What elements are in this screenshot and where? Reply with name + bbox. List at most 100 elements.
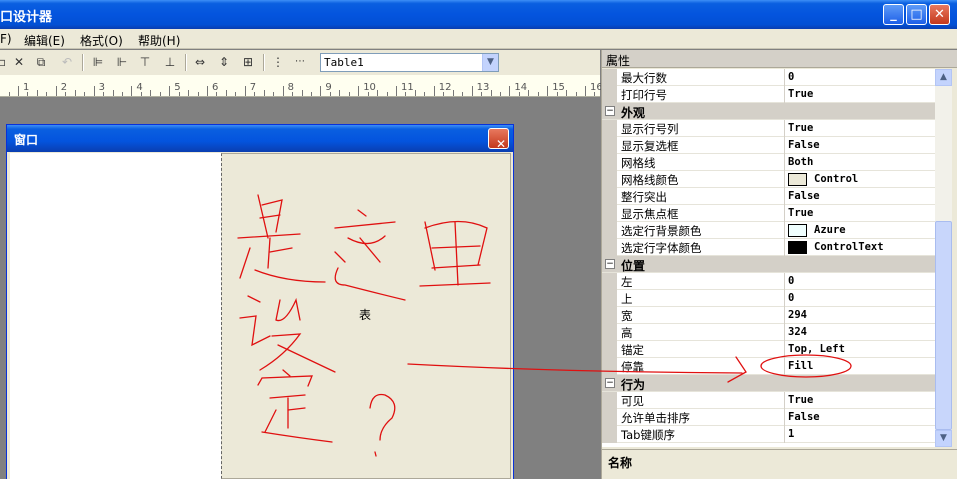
- property-value-cell[interactable]: False: [784, 137, 935, 154]
- property-row[interactable]: 网格线 Both: [602, 154, 935, 171]
- ruler-tick: [55, 86, 57, 96]
- ruler-tick: [273, 92, 275, 96]
- property-value-cell[interactable]: False: [784, 409, 935, 426]
- property-value-cell[interactable]: True: [784, 120, 935, 137]
- property-row[interactable]: 选定行背景颜色 Azure: [602, 222, 935, 239]
- ruler-tick: [509, 86, 511, 96]
- row-gutter: [602, 222, 617, 239]
- form-title-bar[interactable]: 窗口 ✕: [7, 125, 513, 152]
- collapse-icon[interactable]: −: [605, 259, 615, 269]
- designed-form[interactable]: 窗口 ✕ 表: [6, 124, 514, 479]
- object-selector-combo[interactable]: Table1 ▼: [320, 53, 499, 72]
- property-category[interactable]: − 外观: [602, 103, 935, 120]
- property-value-cell[interactable]: True: [784, 392, 935, 409]
- app-title-bar[interactable]: 口设计器 _ □ ✕: [0, 0, 957, 29]
- property-row[interactable]: 允许单击排序 False: [602, 409, 935, 426]
- color-swatch: [788, 224, 807, 237]
- property-row[interactable]: 选定行字体颜色 ControlText: [602, 239, 935, 256]
- property-value-cell[interactable]: False: [784, 188, 935, 205]
- property-value-cell[interactable]: Azure: [784, 222, 935, 239]
- property-row[interactable]: 上0: [602, 290, 935, 307]
- property-value-cell[interactable]: 294: [784, 307, 935, 324]
- minimize-button[interactable]: _: [883, 4, 904, 25]
- align-right-icon[interactable]: ⊩: [114, 54, 130, 70]
- maximize-button[interactable]: □: [906, 4, 927, 25]
- menu-edit[interactable]: 编辑(E): [24, 32, 65, 49]
- ruler-tick: [499, 92, 501, 96]
- menu-help[interactable]: 帮助(H): [138, 32, 180, 49]
- chevron-down-icon[interactable]: ▼: [482, 54, 498, 71]
- property-value-cell[interactable]: Both: [784, 154, 935, 171]
- property-row[interactable]: 显示复选框 False: [602, 137, 935, 154]
- property-value-cell[interactable]: Top, Left: [784, 341, 935, 358]
- form-left-panel[interactable]: [10, 153, 222, 479]
- table-control[interactable]: 表: [221, 153, 511, 479]
- property-row[interactable]: 左0: [602, 273, 935, 290]
- ruler-number: 13: [476, 82, 490, 93]
- ruler-tick: [377, 90, 379, 96]
- center-vertical-icon[interactable]: ⋮: [270, 54, 286, 70]
- property-label: 行为: [621, 378, 646, 392]
- property-row[interactable]: 高 324: [602, 324, 935, 341]
- property-row[interactable]: 打印行号 True: [602, 86, 935, 103]
- close-button[interactable]: ✕: [929, 4, 950, 25]
- row-gutter: [602, 188, 617, 205]
- property-grid[interactable]: 最大行数 0 打印行号 True − 外观 显示行号列 True 显示复选框 False 网格线 Bo…: [602, 69, 935, 447]
- property-row[interactable]: 宽 294: [602, 307, 935, 324]
- property-row[interactable]: 停靠 Fill: [602, 358, 935, 375]
- property-label: 显示焦点框: [621, 207, 679, 221]
- property-value-cell[interactable]: ControlText: [784, 239, 935, 256]
- same-size-icon[interactable]: ⊞: [240, 54, 256, 70]
- same-width-icon[interactable]: ⇔: [192, 54, 208, 70]
- property-value-cell[interactable]: 324: [784, 324, 935, 341]
- row-gutter: [602, 137, 617, 154]
- collapse-icon[interactable]: −: [605, 106, 615, 116]
- property-row[interactable]: 显示焦点框 True: [602, 205, 935, 222]
- property-category[interactable]: − 位置: [602, 256, 935, 273]
- center-horizontal-icon[interactable]: ⋯: [292, 54, 308, 70]
- property-row[interactable]: 网格线颜色 Control: [602, 171, 935, 188]
- ruler-tick: [74, 90, 76, 96]
- align-bottom-icon[interactable]: ⊥: [162, 54, 178, 70]
- paste-icon[interactable]: ▫: [0, 54, 10, 70]
- property-row[interactable]: Tab键顺序 1: [602, 426, 935, 443]
- ruler-tick: [225, 90, 227, 96]
- property-row[interactable]: 显示行号列 True: [602, 120, 935, 137]
- same-height-icon[interactable]: ⇕: [216, 54, 232, 70]
- property-value-cell[interactable]: True: [784, 86, 935, 103]
- menu-format[interactable]: 格式(O): [80, 32, 123, 49]
- form-close-button[interactable]: ✕: [488, 128, 509, 151]
- property-value-cell[interactable]: 1: [784, 426, 935, 443]
- property-row[interactable]: 可见 True: [602, 392, 935, 409]
- property-row[interactable]: 整行突出 False: [602, 188, 935, 205]
- ruler-tick: [396, 86, 397, 96]
- property-value-cell[interactable]: Control: [784, 171, 935, 188]
- property-value-cell[interactable]: 0: [784, 69, 935, 86]
- form-title: 窗口: [14, 133, 39, 147]
- scroll-thumb[interactable]: [935, 221, 952, 430]
- align-left-icon[interactable]: ⊫: [90, 54, 106, 70]
- copy-format-icon[interactable]: ⧉: [33, 54, 49, 70]
- property-value-cell[interactable]: Fill: [784, 358, 935, 375]
- property-value-cell[interactable]: 0: [784, 273, 935, 290]
- ruler-tick: [18, 86, 19, 96]
- property-row[interactable]: 锚定 Top, Left: [602, 341, 935, 358]
- delete-icon[interactable]: ✕: [11, 54, 27, 70]
- collapse-icon[interactable]: −: [605, 378, 615, 388]
- property-category[interactable]: − 行为: [602, 375, 935, 392]
- undo-icon[interactable]: ↶: [59, 54, 75, 70]
- ruler-tick: [121, 92, 123, 96]
- property-value-cell[interactable]: True: [784, 205, 935, 222]
- scroll-down-icon[interactable]: ▼: [935, 430, 952, 447]
- menu-file[interactable]: F): [0, 32, 12, 46]
- ruler-tick: [358, 86, 360, 96]
- ruler-number: 12: [438, 82, 452, 93]
- property-value: Top, Left: [788, 343, 845, 355]
- ruler-tick: [150, 90, 152, 96]
- pin-icon[interactable]: ⊥: [606, 52, 952, 65]
- scroll-up-icon[interactable]: ▲: [935, 69, 952, 86]
- property-row[interactable]: 最大行数 0: [602, 69, 935, 86]
- property-value-cell[interactable]: 0: [784, 290, 935, 307]
- align-top-icon[interactable]: ⊤: [137, 54, 153, 70]
- property-scrollbar[interactable]: ▲ ▼: [935, 69, 952, 447]
